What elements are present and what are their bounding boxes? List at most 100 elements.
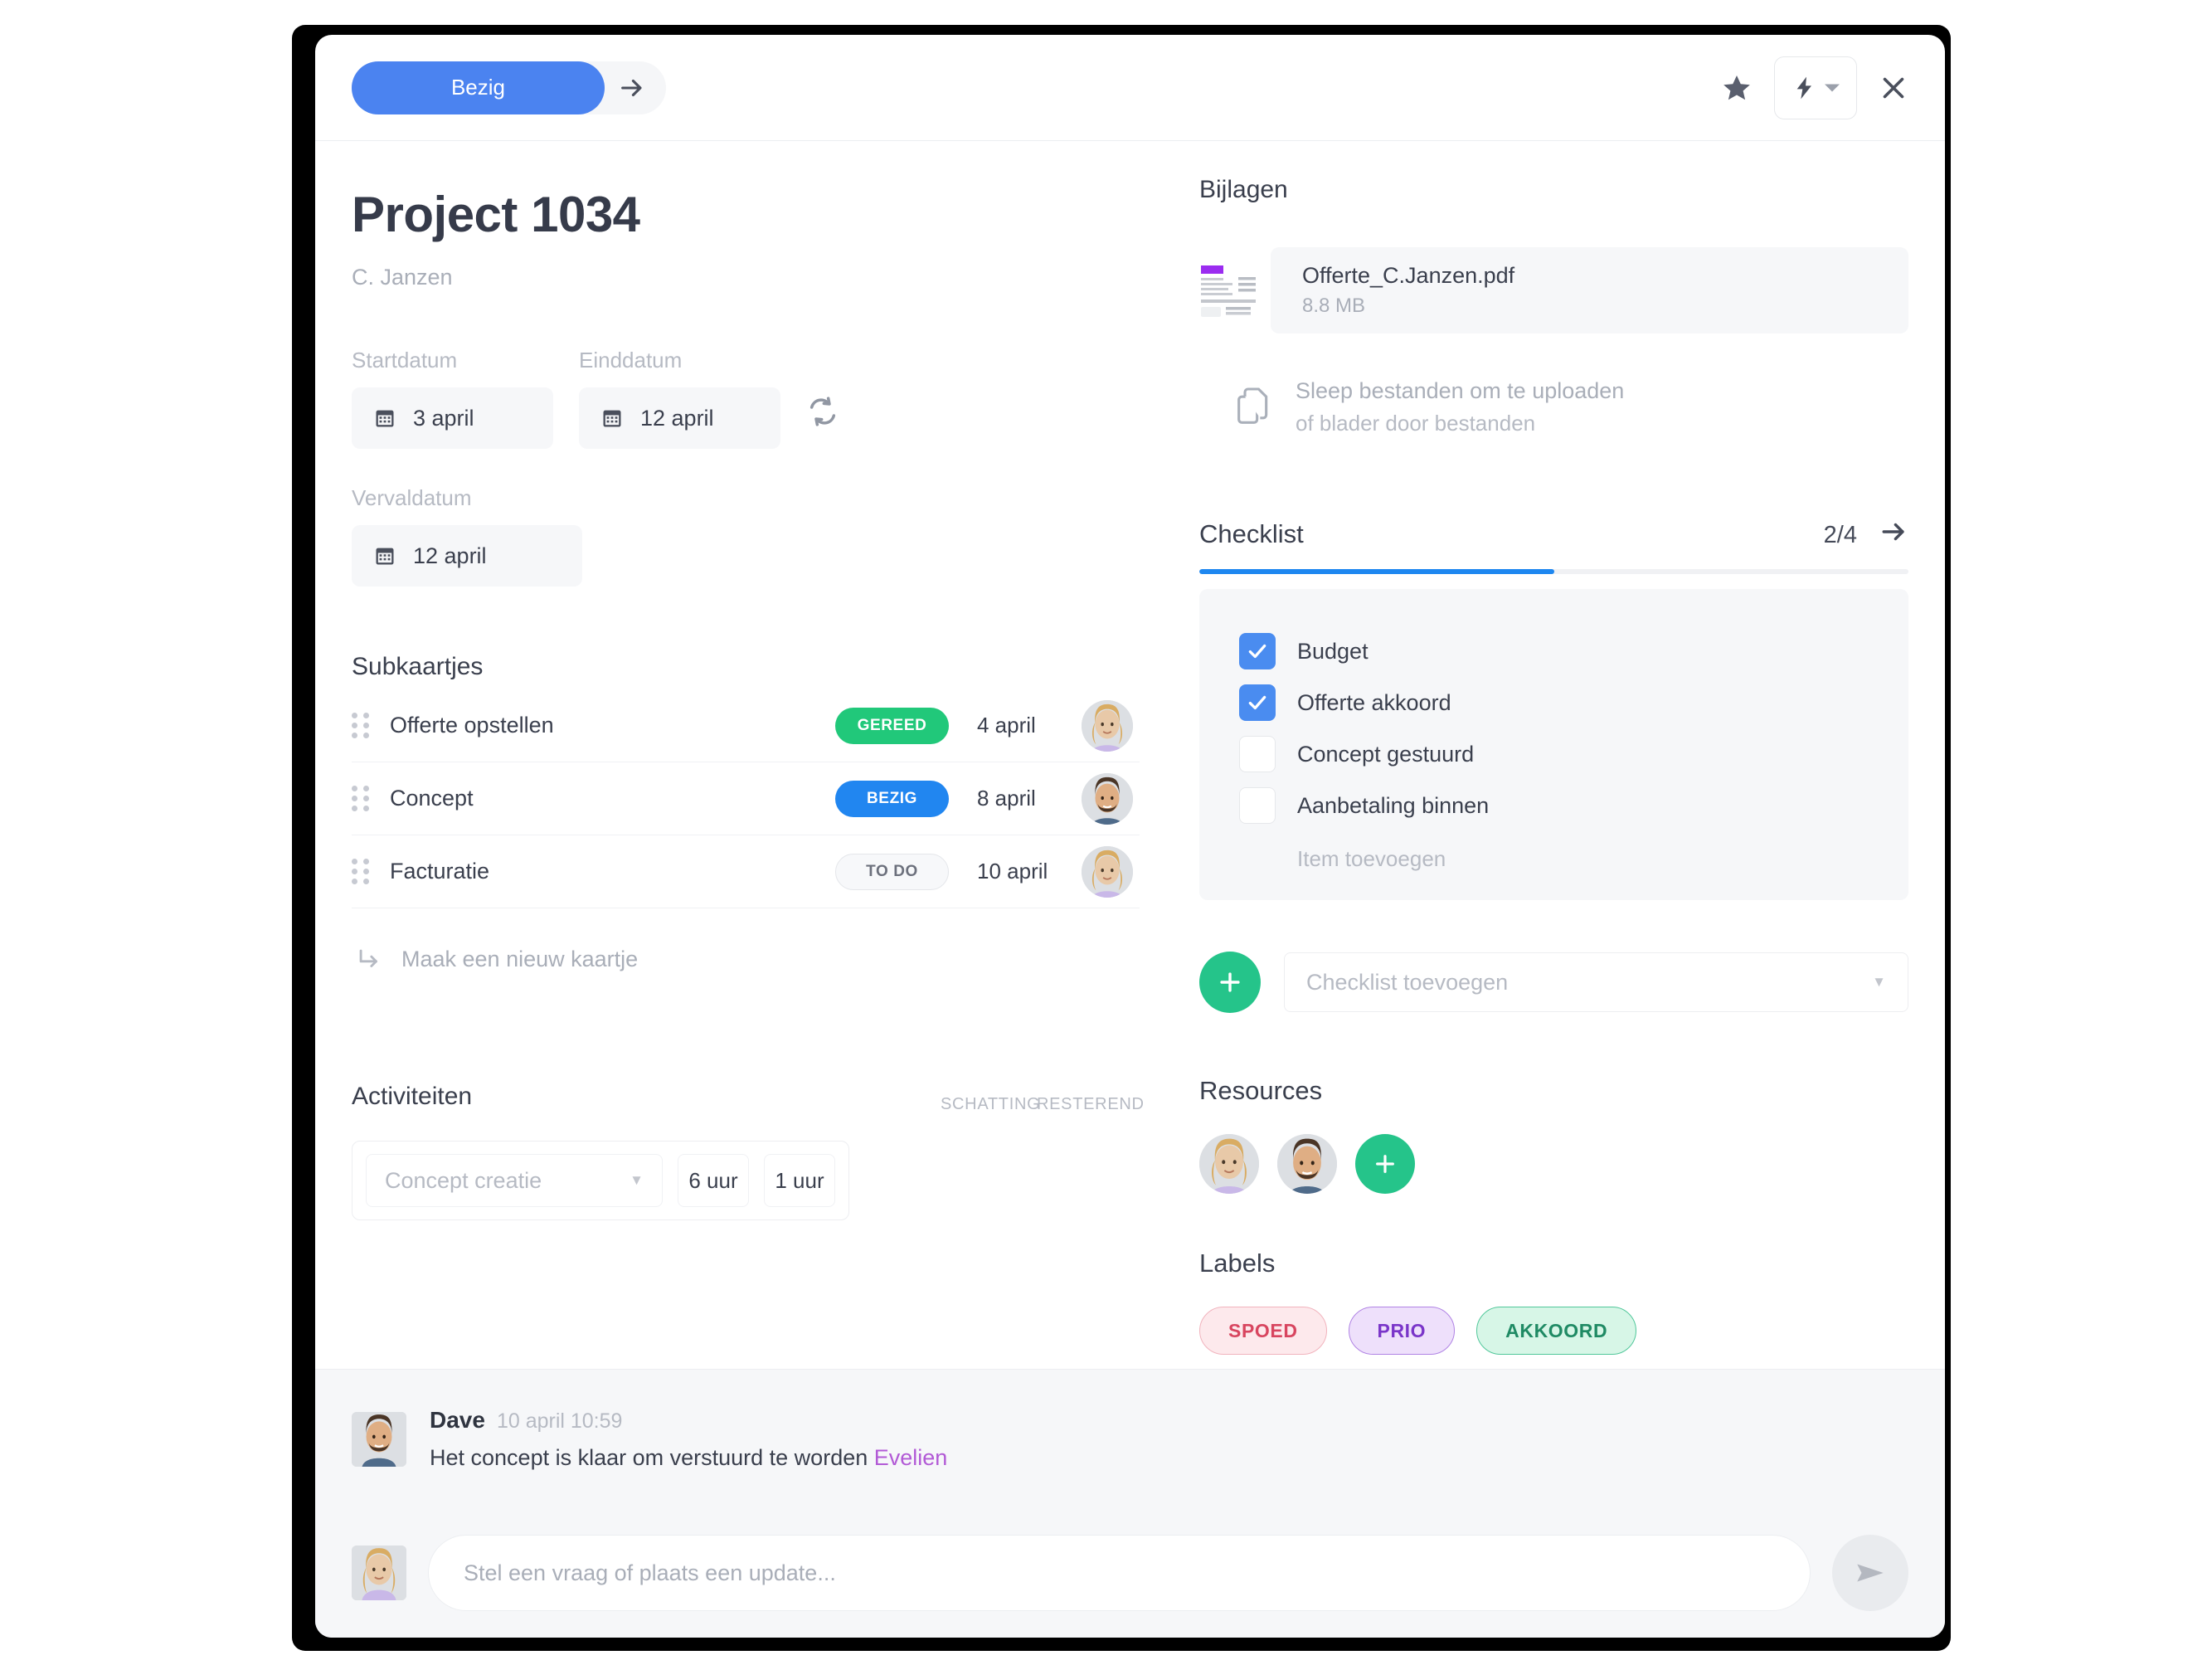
labels-title: Labels [1199,1249,1276,1278]
checklist-item-label: Offerte akkoord [1297,689,1451,715]
comment-input-placeholder: Stel een vraag of plaats een update... [464,1560,836,1585]
arrow-turn-down-right-icon [359,949,377,967]
checklist-item-label: Budget [1297,638,1369,664]
attachments-title: Bijlagen [1199,176,1288,203]
drag-handle-icon[interactable] [352,786,390,811]
activity-estimate-input[interactable]: 6 uur [678,1154,749,1207]
checklist-next-button[interactable] [1880,521,1908,547]
table-row[interactable]: Concept BEZIG 8 april [352,762,1140,835]
chevron-down-icon: ▼ [1872,974,1886,990]
lightning-bolt-icon [1796,76,1811,99]
subcard-date: 8 april [977,786,1036,811]
file-dropzone[interactable]: Sleep bestanden om te uploaden of blader… [1199,378,1908,436]
checkbox-checked[interactable] [1239,633,1276,669]
duedate-label: Vervaldatum [352,485,472,510]
comment-mention[interactable]: Evelien [874,1445,948,1470]
avatar-woman-icon [1082,699,1133,752]
table-row[interactable]: Facturatie TO DO 10 april [352,835,1140,908]
checkbox-unchecked[interactable] [1239,736,1276,772]
status-next-button[interactable] [605,61,659,114]
checklist-header: Checklist 2/4 [1199,519,1908,549]
comment-body-text: Het concept is klaar om verstuurd te wor… [430,1445,874,1470]
list-item[interactable]: Concept gestuurd [1239,728,1869,780]
attachment-item[interactable]: Offerte_C.Janzen.pdf 8.8 MB [1199,247,1908,333]
drag-handle-icon[interactable] [352,859,390,884]
resources-title: Resources [1199,1076,1323,1105]
label-chip[interactable]: PRIO [1348,1307,1456,1355]
avatar-woman-icon [352,1546,406,1600]
chevron-down-icon [1825,84,1840,91]
favorite-button[interactable] [1721,72,1753,104]
startdate-input[interactable]: 3 april [352,387,553,449]
activity-remaining-input[interactable]: 1 uur [764,1154,835,1207]
plus-icon [1376,1155,1394,1173]
checklist-select[interactable]: Checklist toevoegen ▼ [1284,952,1908,1012]
duedate-field: Vervaldatum 12 april [352,485,582,587]
checkbox-checked[interactable] [1239,684,1276,721]
create-new-card-button[interactable]: Maak een nieuw kaartje [352,945,1140,973]
avatar-man-icon [1277,1134,1337,1194]
create-new-card-label: Maak een nieuw kaartje [401,946,639,971]
column-header-remaining: RESTEREND [1037,1095,1145,1113]
avatar[interactable] [1277,1134,1337,1194]
close-button[interactable] [1879,73,1908,103]
checklist-select-placeholder: Checklist toevoegen [1306,969,1509,995]
calendar-icon [376,410,394,427]
drag-handle-icon[interactable] [352,713,390,738]
resources-list [1199,1134,1908,1194]
avatar[interactable] [1199,1134,1259,1194]
status-badge[interactable]: GEREED [835,707,949,744]
avatar-man-icon [352,1411,406,1467]
startdate-value: 3 april [413,405,474,431]
status-switcher[interactable]: Bezig [352,61,666,114]
send-button[interactable] [1832,1535,1908,1611]
add-checklist-item-button[interactable]: Item toevoegen [1239,846,1869,872]
comment-text: Het concept is klaar om verstuurd te wor… [430,1445,947,1471]
copy-files-icon [1237,387,1268,424]
avatar-woman-icon [1082,845,1133,898]
label-chip[interactable]: SPOED [1199,1307,1327,1355]
status-pill-current[interactable]: Bezig [352,61,605,114]
enddate-field: Einddatum 12 april [579,348,780,449]
sync-icon [809,397,836,426]
checklist-item-label: Aanbetaling binnen [1297,792,1490,818]
avatar[interactable] [352,1546,406,1600]
attachment-card[interactable]: Offerte_C.Janzen.pdf 8.8 MB [1271,247,1908,333]
list-item[interactable]: Budget [1239,626,1869,677]
status-badge[interactable]: TO DO [835,853,949,890]
avatar[interactable] [1082,772,1133,825]
activity-type-select[interactable]: Concept creatie ▼ [366,1154,663,1207]
arrow-right-icon [1882,523,1904,541]
list-item[interactable]: Aanbetaling binnen [1239,780,1869,831]
pdf-document-icon [1199,263,1264,318]
topbar-actions [1721,56,1908,119]
enddate-input[interactable]: 12 april [579,387,780,449]
status-badge[interactable]: BEZIG [835,780,949,817]
attachment-filesize: 8.8 MB [1302,295,1366,317]
sync-dates-button[interactable] [806,395,839,432]
automation-button[interactable] [1774,56,1857,119]
avatar[interactable] [352,1411,406,1467]
subcard-name: Facturatie [390,859,490,884]
send-icon [1857,1564,1884,1582]
activity-type-value: Concept creatie [385,1167,542,1193]
subcards-section: Subkaartjes Offerte opstellen GEREED 4 a… [352,653,1140,973]
startdate-label: Startdatum [352,348,458,372]
calendar-icon [376,548,394,565]
avatar[interactable] [1082,845,1133,898]
table-row[interactable]: Offerte opstellen GEREED 4 april [352,689,1140,762]
add-checklist-button[interactable] [1199,952,1261,1013]
left-column: Project 1034 C. Janzen Startdatum 3 apri… [352,176,1156,1377]
window-topbar: Bezig [315,35,1945,141]
subcards-title: Subkaartjes [352,653,484,680]
comment-timestamp: 10 april 10:59 [496,1409,623,1433]
label-chip[interactable]: AKKOORD [1476,1307,1637,1355]
list-item[interactable]: Offerte akkoord [1239,677,1869,728]
avatar[interactable] [1082,699,1133,752]
checkbox-unchecked[interactable] [1239,787,1276,824]
arrow-right-icon [621,79,642,96]
duedate-input[interactable]: 12 april [352,525,582,587]
checklist-progress-fill [1199,569,1554,574]
add-resource-button[interactable] [1355,1134,1415,1194]
comment-input[interactable]: Stel een vraag of plaats een update... [428,1535,1811,1611]
